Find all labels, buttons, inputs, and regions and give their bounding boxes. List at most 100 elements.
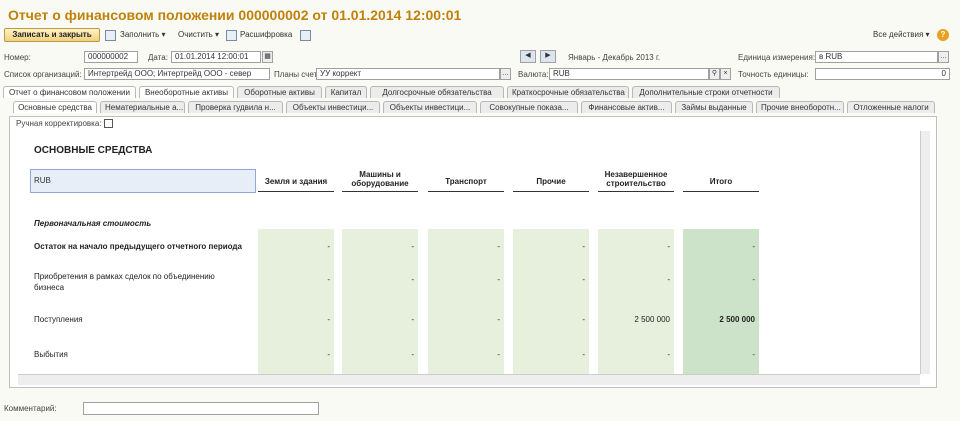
cell-value[interactable]: - <box>513 242 585 251</box>
tab-investment-2[interactable]: Объекты инвестици... <box>383 101 477 113</box>
cell-value[interactable]: - <box>428 350 500 359</box>
precision-field[interactable]: 0 <box>815 68 950 80</box>
cell-value[interactable]: - <box>342 242 414 251</box>
currency-clear-icon[interactable]: × <box>720 68 731 80</box>
settings-icon[interactable] <box>300 30 311 41</box>
date-field[interactable]: 01.01.2014 12:00:01 <box>171 51 261 63</box>
fill-button[interactable]: Заполнить ▾ <box>120 28 166 42</box>
tab-noncurrent-assets[interactable]: Внеоборотные активы <box>139 86 234 98</box>
clear-button[interactable]: Очистить ▾ <box>178 28 219 42</box>
tab-goodwill[interactable]: Проверка гудвила н... <box>188 101 283 113</box>
report-sheet[interactable]: ОСНОВНЫЕ СРЕДСТВА RUB Земля и здания Маш… <box>18 131 920 374</box>
section-title: Первоначальная стоимость <box>34 219 152 228</box>
cell-value: - <box>752 275 755 284</box>
cell-value[interactable]: - <box>598 350 670 359</box>
tab-loans-issued[interactable]: Займы выданные <box>675 101 753 113</box>
accounts-field[interactable]: УУ коррект <box>316 68 500 80</box>
tab-financial-assets[interactable]: Финансовые актив... <box>581 101 672 113</box>
cell-value[interactable]: - <box>428 242 500 251</box>
decode-icon <box>226 30 237 41</box>
row-label: Поступления <box>34 315 83 324</box>
date-label: Дата: <box>148 53 168 62</box>
cell-value[interactable]: - <box>513 350 585 359</box>
cell-value: - <box>752 242 755 251</box>
header-underline <box>342 191 418 192</box>
cell-value[interactable]: - <box>258 350 330 359</box>
cell-value[interactable]: - <box>342 275 414 284</box>
currency-label: Валюта: <box>518 70 549 79</box>
number-label: Номер: <box>4 53 31 62</box>
cell-value[interactable]: - <box>513 275 585 284</box>
row-label: Выбытия <box>34 350 68 359</box>
unit-select-button[interactable]: … <box>938 51 949 63</box>
cell-value: 2 500 000 <box>719 315 755 324</box>
comment-field[interactable] <box>83 402 319 415</box>
col-header-machinery: Машины и оборудование <box>351 170 409 188</box>
page-title: Отчет о финансовом положении 000000002 о… <box>8 7 462 23</box>
save-icon[interactable] <box>105 30 116 41</box>
manual-adjustment-checkbox[interactable] <box>104 119 113 128</box>
calendar-icon[interactable]: ▦ <box>262 51 273 63</box>
number-field[interactable]: 000000002 <box>84 51 138 63</box>
precision-label: Точность единицы: <box>738 70 809 79</box>
tab-shortterm-liabilities[interactable]: Краткосрочные обязательства <box>507 86 629 98</box>
tab-deferred-taxes[interactable]: Отложенные налоги <box>847 101 935 113</box>
cell-value[interactable]: - <box>258 242 330 251</box>
cell-value[interactable]: - <box>513 315 585 324</box>
row-label: Остаток на начало предыдущего отчетного … <box>34 242 242 251</box>
comment-label: Комментарий: <box>4 404 57 413</box>
col-header-other: Прочие <box>536 177 566 186</box>
tab-aggregate[interactable]: Совокупные показа... <box>480 101 578 113</box>
col-header-land: Земля и здания <box>264 177 328 186</box>
tab-financial-position[interactable]: Отчет о финансовом положении <box>3 86 136 98</box>
currency-field[interactable]: RUB <box>549 68 709 80</box>
col-header-transport: Транспорт <box>445 177 487 186</box>
cell-value[interactable]: - <box>342 350 414 359</box>
unit-field[interactable]: в RUB <box>815 51 938 63</box>
orgs-label: Список организаций: <box>4 70 82 79</box>
header-underline <box>428 191 504 192</box>
col-header-construction: Незавершенное строительство <box>604 170 668 188</box>
unit-label: Единица измерения: <box>738 53 816 62</box>
sheet-title: ОСНОВНЫЕ СРЕДСТВА <box>34 145 153 156</box>
currency-search-icon[interactable]: ⚲ <box>709 68 720 80</box>
cell-value[interactable]: - <box>598 242 670 251</box>
tab-investment-1[interactable]: Объекты инвестици... <box>286 101 380 113</box>
horizontal-scrollbar[interactable] <box>18 374 920 385</box>
tab-longterm-liabilities[interactable]: Долгосрочные обязательства <box>370 86 504 98</box>
tab-current-assets[interactable]: Оборотные активы <box>237 86 322 98</box>
cell-value[interactable]: - <box>598 275 670 284</box>
cell-value[interactable]: - <box>258 275 330 284</box>
cell-value: - <box>752 350 755 359</box>
header-underline <box>683 191 759 192</box>
save-and-close-button[interactable]: Записать и закрыть <box>4 28 100 42</box>
decode-button[interactable]: Расшифровка <box>240 28 292 42</box>
orgs-field[interactable]: Интертрейд ООО; Интертрейд ООО - север <box>84 68 270 80</box>
prev-period-button[interactable]: ◀ <box>520 50 536 63</box>
cell-value[interactable]: 2 500 000 <box>598 315 670 324</box>
tab-other-noncurrent[interactable]: Прочие внеоборотн... <box>756 101 844 113</box>
sub-tabs: Основные средства Нематериальные а... Пр… <box>13 101 943 113</box>
period-label: Январь - Декабрь 2013 г. <box>568 53 661 62</box>
manual-adjustment-label: Ручная корректировка: <box>16 119 102 128</box>
currency-cell[interactable]: RUB <box>30 169 256 193</box>
row-label: Приобретения в рамках сделок по объедине… <box>34 272 215 292</box>
tab-capital[interactable]: Капитал <box>325 86 367 98</box>
vertical-scrollbar[interactable] <box>920 131 930 374</box>
next-period-button[interactable]: ▶ <box>540 50 556 63</box>
cell-value[interactable]: - <box>428 275 500 284</box>
cell-value[interactable]: - <box>342 315 414 324</box>
cell-value[interactable]: - <box>258 315 330 324</box>
accounts-select-button[interactable]: … <box>500 68 511 80</box>
header-underline <box>598 191 674 192</box>
help-icon[interactable]: ? <box>937 29 949 41</box>
tab-fixed-assets[interactable]: Основные средства <box>13 101 97 113</box>
tab-intangible[interactable]: Нематериальные а... <box>100 101 185 113</box>
header-underline <box>258 191 334 192</box>
top-tabs: Отчет о финансовом положении Внеоборотны… <box>3 86 953 98</box>
cell-value[interactable]: - <box>428 315 500 324</box>
header-underline <box>513 191 589 192</box>
all-actions-menu[interactable]: Все действия ▾ <box>873 28 930 42</box>
tab-additional-lines[interactable]: Дополнительные строки отчетности <box>632 86 780 98</box>
col-header-total: Итого <box>709 177 733 186</box>
